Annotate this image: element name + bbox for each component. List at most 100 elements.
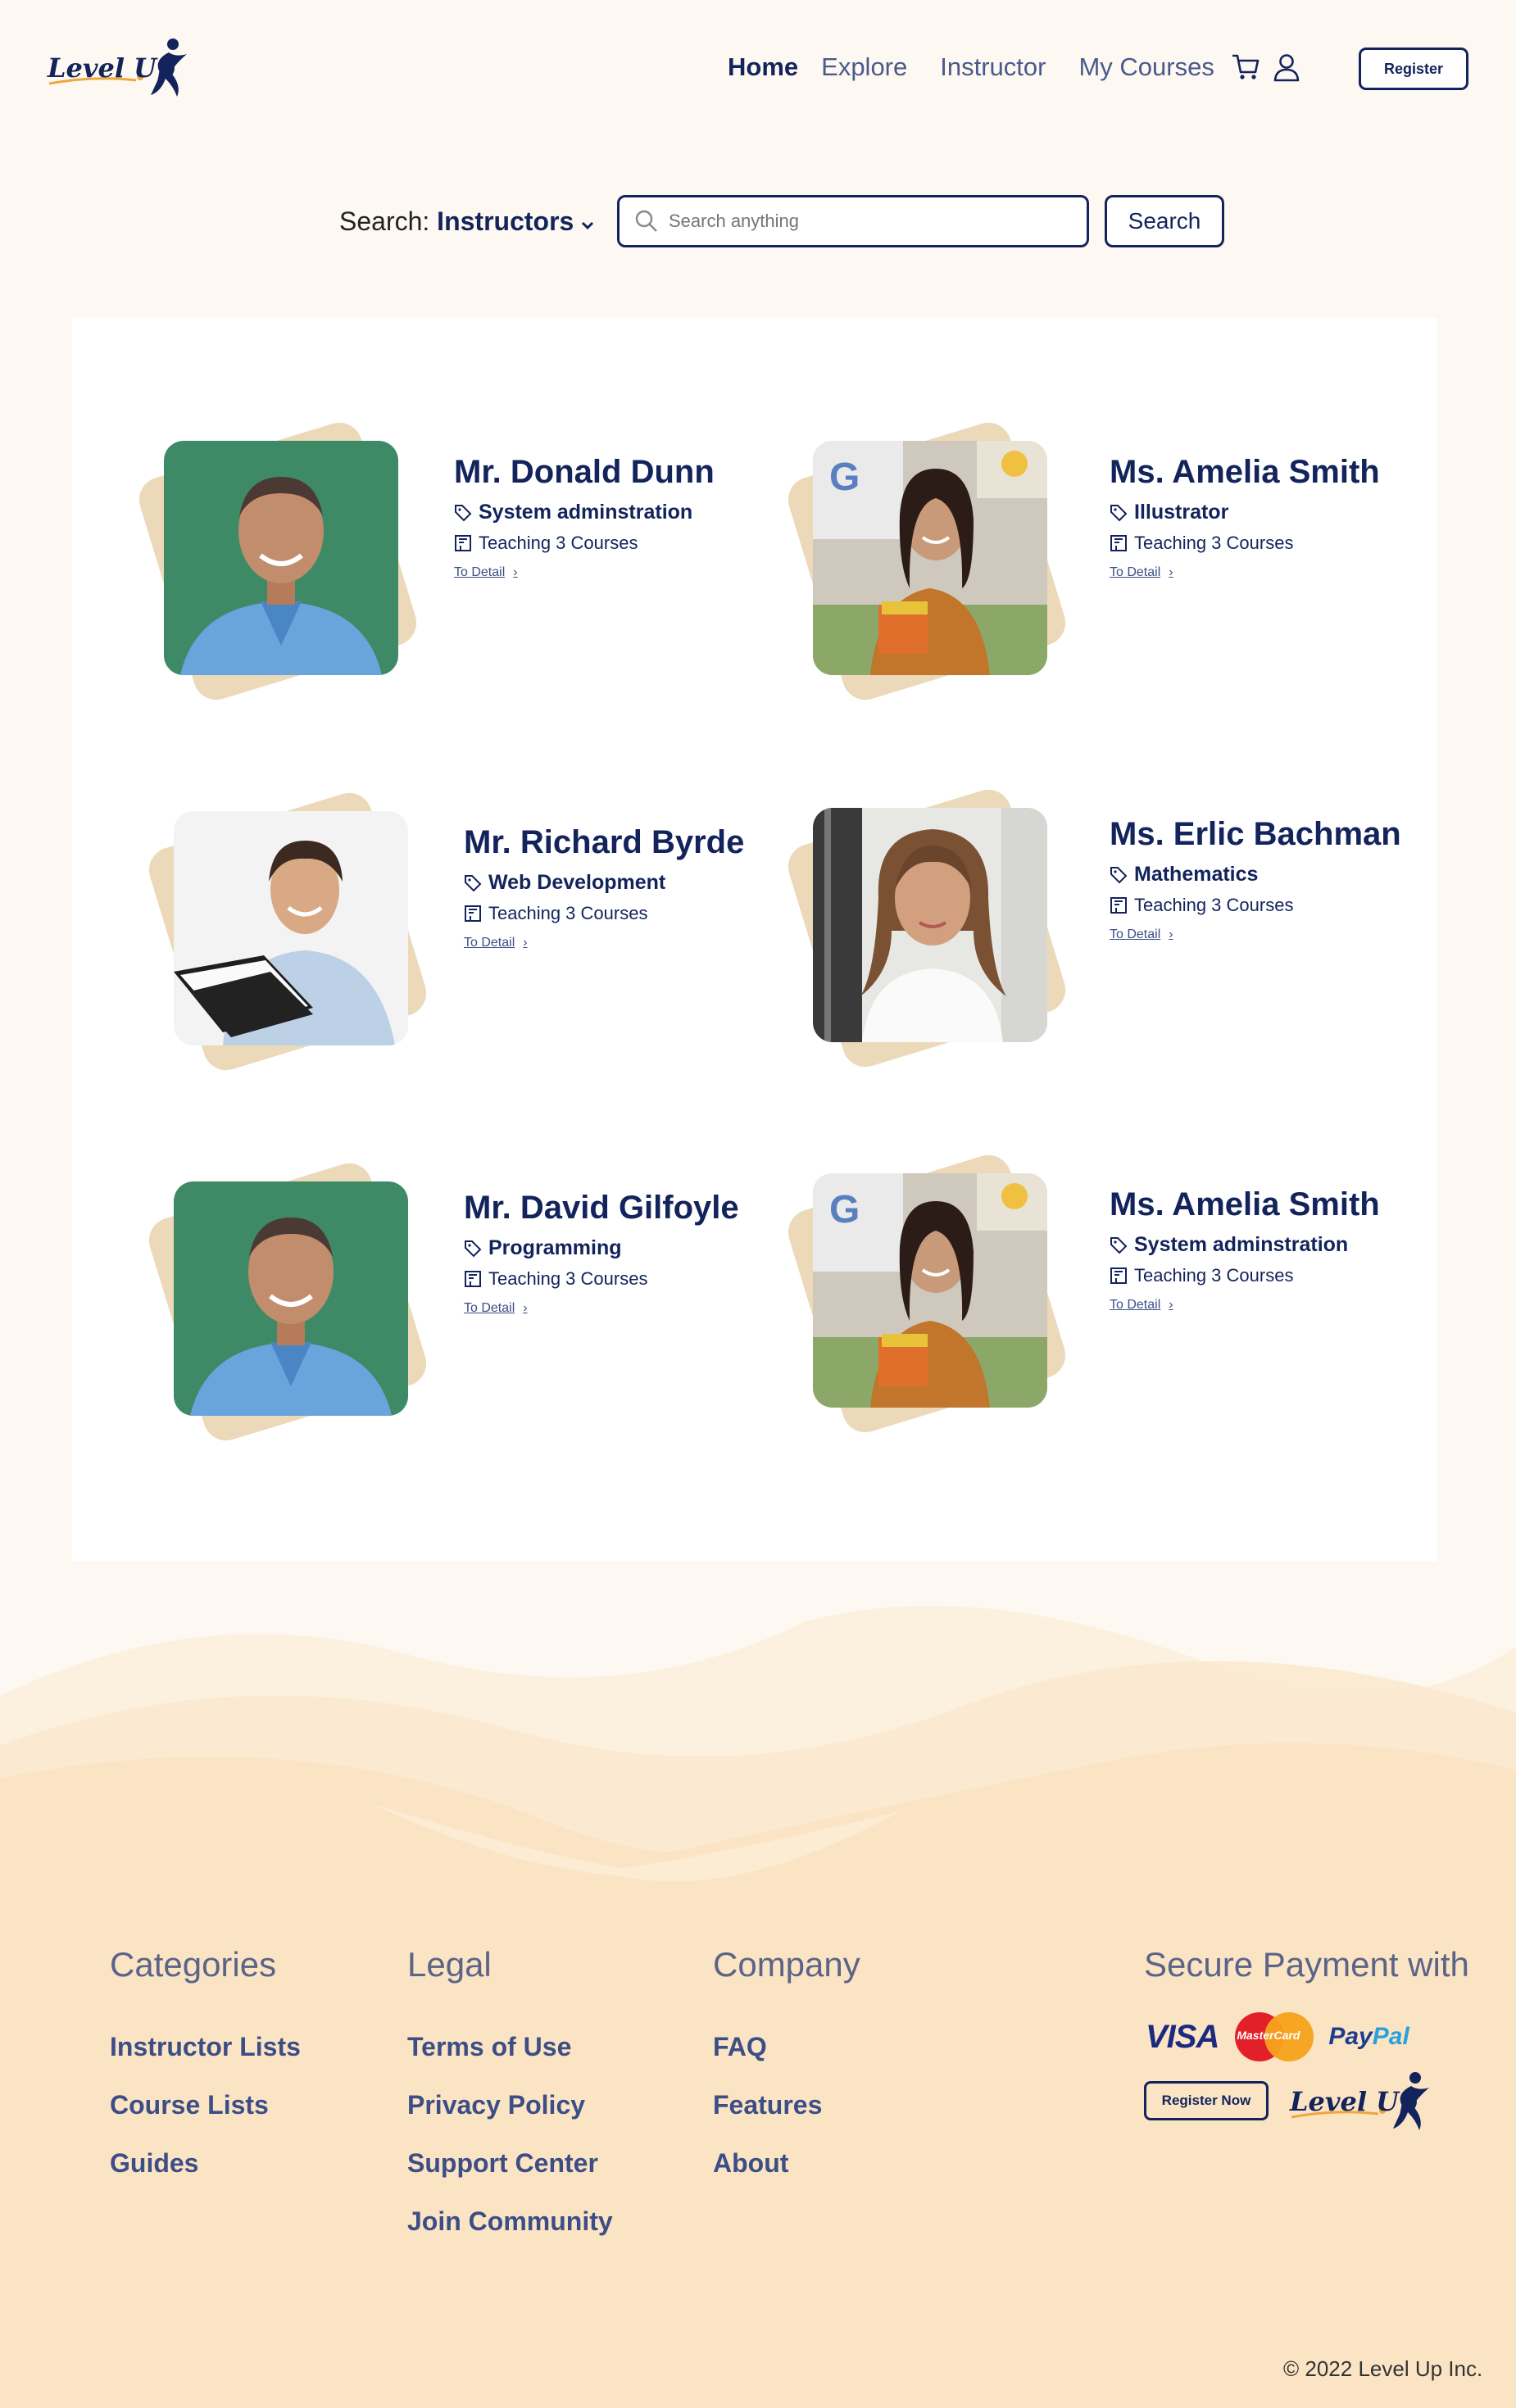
instructor-skill: System adminstration	[479, 501, 693, 524]
instructor-photo: G	[782, 1141, 1110, 1439]
paypal-logo: PayPal	[1328, 2023, 1409, 2050]
instructor-skill: Web Development	[488, 871, 666, 894]
copyright: © 2022 Level Up Inc.	[1283, 2356, 1483, 2381]
to-detail-link[interactable]: To Detail ›	[464, 1301, 739, 1316]
instructor-card[interactable]: Mr. David Gilfoyle Programming Teaching …	[143, 1149, 798, 1447]
tag-icon	[465, 1240, 482, 1257]
search-label: Search:	[339, 206, 430, 236]
footer-company: Company FAQ Features About	[713, 1945, 860, 2206]
footer-link[interactable]: Terms of Use	[407, 2032, 613, 2062]
footer-link[interactable]: FAQ	[713, 2032, 860, 2062]
nav-home[interactable]: Home	[728, 52, 798, 82]
footer-link[interactable]: Support Center	[407, 2148, 613, 2179]
tag-icon	[1110, 504, 1128, 521]
instructor-courses: Teaching 3 Courses	[488, 903, 648, 923]
courses-icon	[465, 905, 481, 922]
nav-explore[interactable]: Explore	[821, 52, 907, 82]
search-field[interactable]	[617, 195, 1089, 247]
nav-instructor[interactable]: Instructor	[940, 52, 1046, 82]
logo-text: Level Up	[48, 52, 175, 84]
footer-link[interactable]: About	[713, 2148, 860, 2179]
cart-icon[interactable]	[1229, 51, 1262, 84]
instructor-photo	[782, 775, 1110, 1073]
footer-legal: Legal Terms of Use Privacy Policy Suppor…	[407, 1945, 613, 2265]
footer-heading: Categories	[110, 1945, 277, 1984]
instructor-name: Mr. Richard Byrde	[464, 824, 745, 860]
instructor-name: Ms. Amelia Smith	[1110, 454, 1380, 490]
footer-link[interactable]: Join Community	[407, 2206, 613, 2237]
chevron-right-icon: ›	[523, 936, 528, 950]
instructor-portrait-image: G	[813, 441, 1047, 675]
tag-icon	[1110, 866, 1128, 883]
chevron-down-icon	[582, 221, 594, 230]
chevron-right-icon: ›	[513, 565, 518, 579]
search-input[interactable]	[669, 211, 1062, 232]
courses-icon	[465, 1271, 481, 1287]
search-category: Instructors	[437, 206, 574, 236]
courses-icon	[1110, 1267, 1127, 1284]
svg-text:G: G	[829, 456, 860, 499]
instructor-card[interactable]: Ms. Erlic Bachman Mathematics Teaching 3…	[782, 775, 1437, 1073]
tag-icon	[1110, 1236, 1128, 1254]
user-icon[interactable]	[1270, 51, 1303, 84]
footer-link[interactable]: Features	[713, 2090, 860, 2120]
search-category-select[interactable]: Search: Instructors	[339, 206, 594, 237]
instructor-courses: Teaching 3 Courses	[479, 533, 638, 553]
to-detail-link[interactable]: To Detail ›	[1110, 565, 1380, 580]
register-button[interactable]: Register	[1359, 48, 1468, 90]
to-detail-link[interactable]: To Detail ›	[454, 565, 715, 580]
instructor-portrait-image	[174, 811, 408, 1045]
instructor-skill: Programming	[488, 1236, 622, 1259]
instructor-photo: G	[782, 408, 1110, 706]
chevron-right-icon: ›	[1169, 927, 1173, 941]
search-button[interactable]: Search	[1105, 195, 1224, 247]
instructor-name: Ms. Amelia Smith	[1110, 1186, 1380, 1222]
instructor-skill: Mathematics	[1134, 863, 1259, 886]
footer-categories: Categories Instructor Lists Course Lists…	[110, 1945, 301, 2206]
mastercard-logo: MasterCard	[1235, 2012, 1314, 2061]
courses-icon	[455, 535, 471, 551]
instructor-courses: Teaching 3 Courses	[1134, 895, 1294, 915]
chevron-right-icon: ›	[523, 1301, 528, 1315]
instructor-name: Ms. Erlic Bachman	[1110, 816, 1401, 852]
footer-logo[interactable]: Level Up	[1288, 2070, 1436, 2135]
courses-icon	[1110, 535, 1127, 551]
footer-link[interactable]: Guides	[110, 2148, 301, 2179]
instructor-portrait-image: G	[813, 1173, 1047, 1408]
svg-text:G: G	[829, 1188, 860, 1231]
visa-logo: VISA	[1146, 2018, 1219, 2055]
search-icon	[635, 210, 657, 232]
footer-heading: Company	[713, 1945, 860, 1984]
payment-methods: VISA MasterCard PayPal	[1146, 2012, 1409, 2061]
instructor-list: Mr. Donald Dunn System adminstration Tea…	[72, 318, 1437, 1562]
instructor-courses: Teaching 3 Courses	[1134, 1265, 1294, 1286]
to-detail-link[interactable]: To Detail ›	[464, 936, 744, 950]
nav-my-courses[interactable]: My Courses	[1078, 52, 1214, 82]
courses-icon	[1110, 897, 1127, 914]
instructor-card[interactable]: Mr. Richard Byrde Web Development Teachi…	[143, 778, 798, 1077]
instructor-photo	[143, 1149, 470, 1447]
instructor-skill: System adminstration	[1134, 1233, 1349, 1256]
footer-link[interactable]: Course Lists	[110, 2090, 301, 2120]
logo-text: Level Up	[1290, 2086, 1418, 2117]
register-now-button[interactable]: Register Now	[1144, 2081, 1269, 2120]
instructor-courses: Teaching 3 Courses	[1134, 533, 1294, 553]
instructor-photo	[143, 778, 470, 1077]
instructor-photo	[133, 408, 461, 706]
instructor-portrait-image	[813, 808, 1047, 1042]
instructor-portrait-image	[174, 1181, 408, 1416]
footer-heading: Legal	[407, 1945, 492, 1984]
footer-link[interactable]: Privacy Policy	[407, 2090, 613, 2120]
to-detail-link[interactable]: To Detail ›	[1110, 1298, 1380, 1313]
instructor-card[interactable]: Mr. Donald Dunn System adminstration Tea…	[133, 408, 788, 706]
search-bar: Search: Instructors Search	[0, 195, 1516, 247]
instructor-card[interactable]: G Ms. Amelia Smith Illustrator Teaching …	[782, 408, 1437, 706]
footer-link[interactable]: Instructor Lists	[110, 2032, 301, 2062]
instructor-skill: Illustrator	[1134, 501, 1229, 524]
to-detail-link[interactable]: To Detail ›	[1110, 927, 1401, 942]
footer: Categories Instructor Lists Course Lists…	[0, 1917, 1516, 2408]
instructor-name: Mr. David Gilfoyle	[464, 1190, 739, 1226]
logo[interactable]: Level Up	[46, 36, 193, 102]
instructor-card[interactable]: G Ms. Amelia Smith System adminstration	[782, 1141, 1437, 1439]
instructor-name: Mr. Donald Dunn	[454, 454, 715, 490]
